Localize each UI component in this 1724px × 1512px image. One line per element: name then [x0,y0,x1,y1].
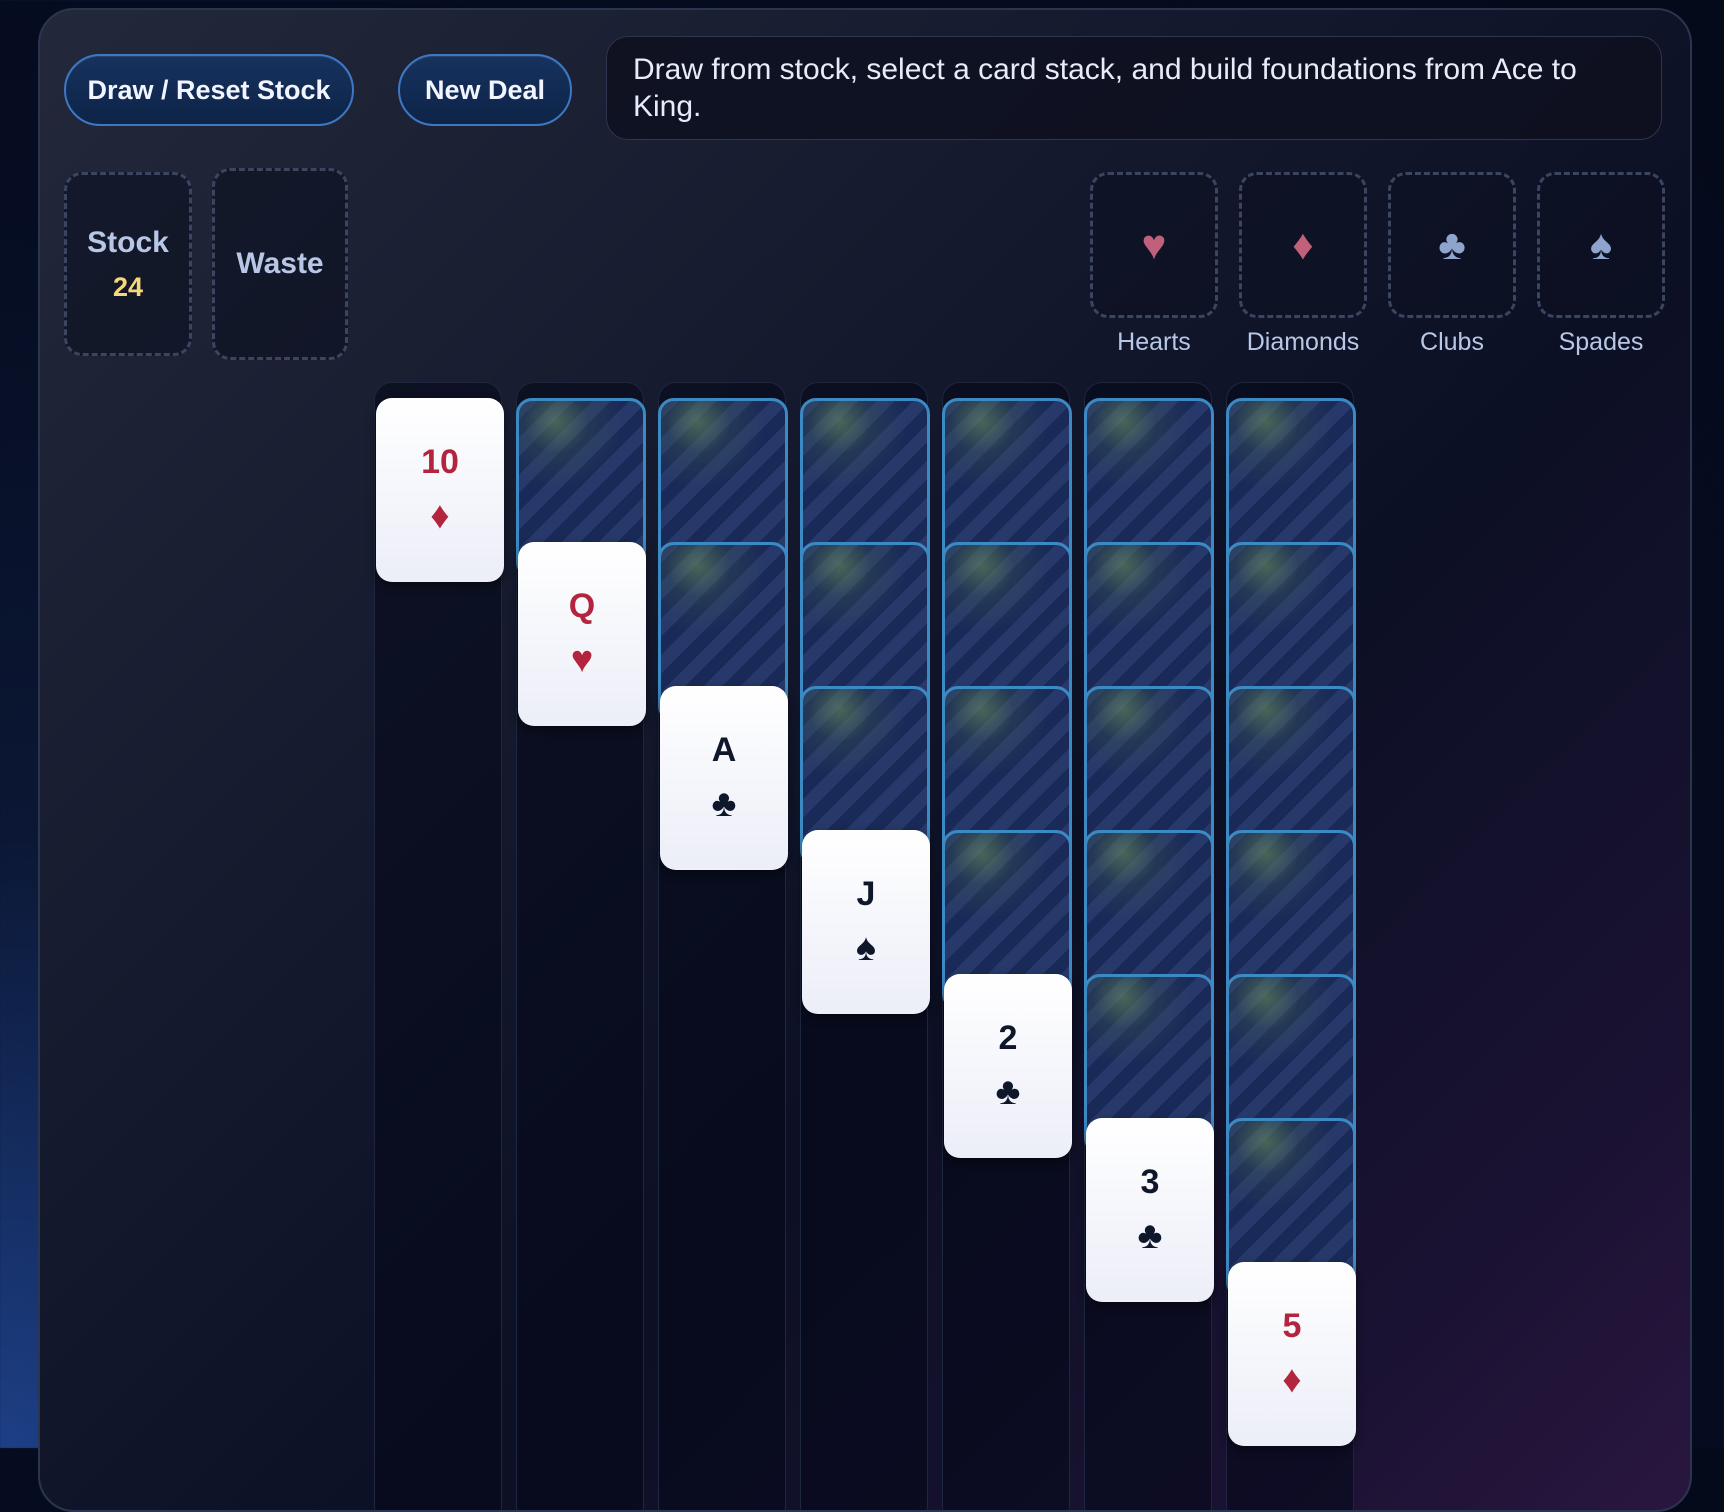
status-message: Draw from stock, select a card stack, an… [606,36,1662,140]
heart-icon: ♥ [1141,221,1167,268]
stock-count: 24 [112,271,144,302]
card-suit-icon: ♥ [570,639,594,681]
stock-pile[interactable]: Stock 24 [64,172,192,356]
foundation-label: Hearts [1117,328,1191,356]
foundation-spades[interactable]: ♠ [1537,172,1665,318]
foundation-label: Diamonds [1246,328,1360,356]
foundation-clubs[interactable]: ♣ [1388,172,1516,318]
waste-pile[interactable]: Waste [212,168,348,360]
face-up-card[interactable]: 10 ♦ [376,398,504,582]
card-rank: Q [568,587,596,625]
game-board: Draw / Reset Stock New Deal Draw from st… [38,8,1692,1512]
card-suit-icon: ♣ [711,783,737,825]
club-icon: ♣ [1438,221,1466,268]
draw-reset-stock-button[interactable]: Draw / Reset Stock [64,54,354,126]
waste-label: Waste [236,247,324,280]
card-suit-icon: ♦ [430,495,450,537]
foundation-hearts[interactable]: ♥ [1090,172,1218,318]
card-rank: J [856,875,876,913]
card-rank: 3 [1140,1163,1160,1201]
new-deal-button[interactable]: New Deal [398,54,572,126]
card-suit-icon: ♠ [855,927,877,969]
diamond-icon: ♦ [1292,221,1314,268]
face-up-card[interactable]: Q ♥ [518,542,646,726]
face-up-card[interactable]: J ♠ [802,830,930,1014]
card-suit-icon: ♣ [995,1071,1021,1113]
card-suit-icon: ♦ [1282,1359,1302,1401]
face-up-card[interactable]: A ♣ [660,686,788,870]
face-up-card[interactable]: 2 ♣ [944,974,1072,1158]
card-suit-icon: ♣ [1137,1215,1163,1257]
face-up-card[interactable]: 5 ♦ [1228,1262,1356,1446]
card-rank: 2 [998,1019,1018,1057]
card-rank: 10 [421,443,459,481]
foundation-diamonds[interactable]: ♦ [1239,172,1367,318]
card-rank: 5 [1282,1307,1302,1345]
stock-label: Stock [87,225,169,259]
card-rank: A [711,731,737,769]
foundation-label: Spades [1558,328,1644,356]
foundation-label: Clubs [1420,328,1484,356]
face-up-card[interactable]: 3 ♣ [1086,1118,1214,1302]
spade-icon: ♠ [1589,221,1613,268]
